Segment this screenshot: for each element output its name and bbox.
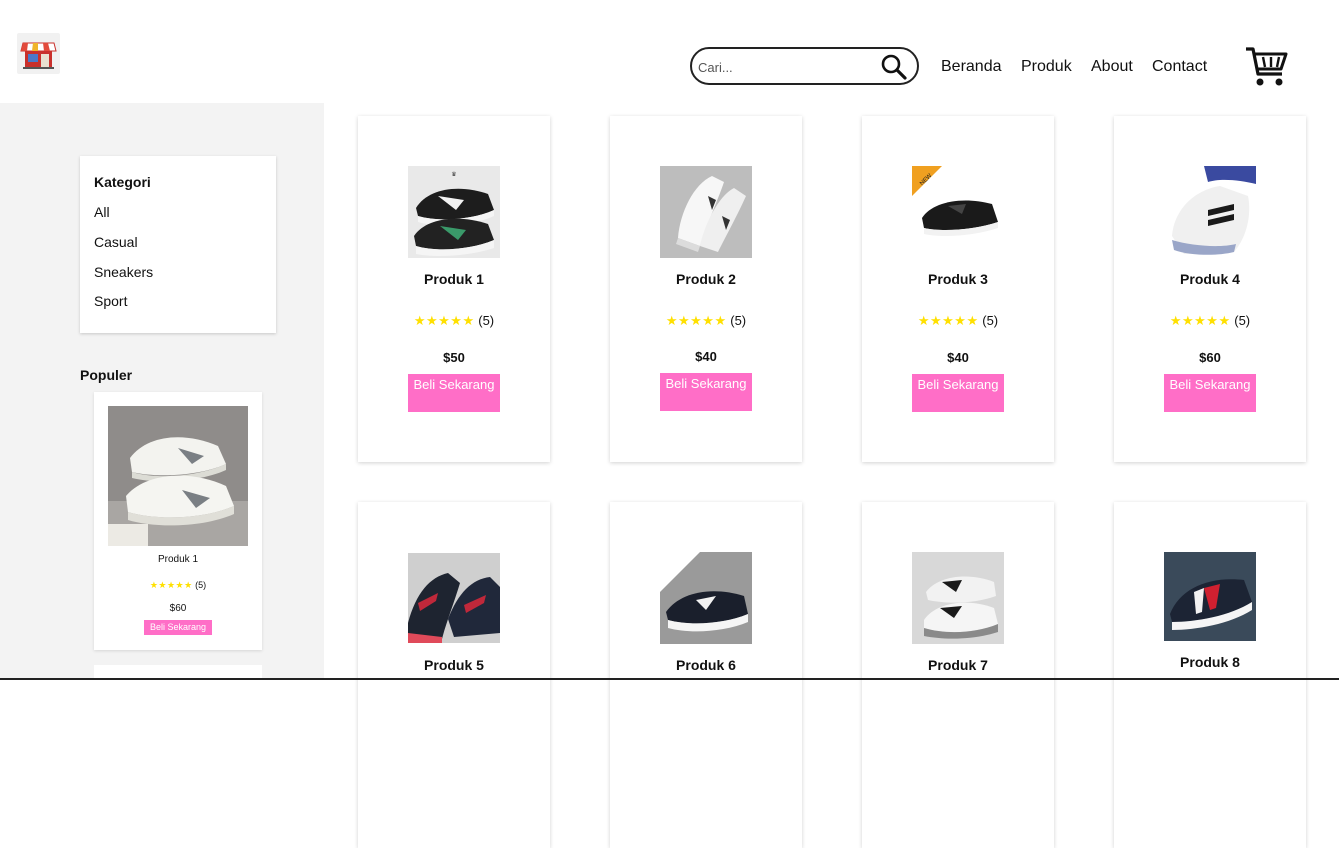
rating-count: (5) [730, 313, 747, 328]
populer-product-name: Produk 1 [157, 554, 199, 565]
nav-beranda[interactable]: Beranda [941, 58, 1002, 76]
buy-now-button[interactable]: Beli Sekarang [912, 374, 1004, 412]
product-name: Produk 6 [676, 657, 736, 673]
product-image[interactable] [1164, 552, 1256, 641]
kategori-panel: Kategori All Casual Sneakers Sport [80, 156, 276, 333]
product-card: ♛ Produk 1 ★★★★★ (5) $50 Beli Sekarang [358, 116, 550, 462]
product-name: Produk 1 [424, 271, 484, 287]
product-image[interactable] [912, 552, 1004, 644]
buy-now-button[interactable]: Beli Sekarang [1164, 374, 1256, 412]
product-price: $60 [1199, 350, 1221, 365]
star-rating-icon: ★★★★★ [413, 313, 475, 328]
product-price: $40 [947, 350, 969, 365]
kategori-item-sneakers[interactable]: Sneakers [94, 264, 153, 280]
svg-text:♛: ♛ [451, 171, 456, 178]
nav-about[interactable]: About [1091, 58, 1133, 76]
search-box [690, 47, 919, 85]
product-price: $50 [443, 350, 465, 365]
populer-product-image[interactable] [108, 406, 248, 546]
product-name: Produk 2 [676, 271, 736, 287]
product-rating: ★★★★★ (5) [610, 313, 802, 329]
product-image[interactable] [660, 166, 752, 258]
product-name: Produk 3 [928, 271, 988, 287]
product-card: NEW Produk 3 ★★★★★ (5) $40 Beli Sekarang [862, 116, 1054, 462]
star-rating-icon: ★★★★★ [917, 313, 979, 328]
product-card: Produk 8 [1114, 502, 1306, 848]
product-name: Produk 5 [424, 657, 484, 673]
star-rating-icon: ★★★★★ [1169, 313, 1231, 328]
product-card: Produk 2 ★★★★★ (5) $40 Beli Sekarang [610, 116, 802, 462]
nav-contact[interactable]: Contact [1152, 58, 1207, 76]
product-name: Produk 8 [1180, 654, 1240, 670]
product-image[interactable] [408, 553, 500, 643]
product-image[interactable]: NEW [912, 166, 1004, 258]
product-card: Produk 4 ★★★★★ (5) $60 Beli Sekarang [1114, 116, 1306, 462]
product-rating: ★★★★★ (5) [1114, 313, 1306, 329]
product-name: Produk 7 [928, 657, 988, 673]
rating-count: (5) [982, 313, 999, 328]
product-image[interactable] [660, 552, 752, 644]
kategori-title: Kategori [94, 174, 151, 190]
rating-count: (5) [1234, 313, 1251, 328]
sidebar: Kategori All Casual Sneakers Sport Popul… [0, 103, 324, 705]
populer-title: Populer [80, 367, 133, 383]
populer-product-price: $60 [169, 603, 187, 614]
site-header: Beranda Produk About Contact [0, 0, 1339, 103]
product-card: Produk 5 [358, 502, 550, 848]
buy-now-button[interactable]: Beli Sekarang [660, 373, 752, 411]
star-rating-icon: ★★★★★ [149, 580, 193, 590]
product-rating: ★★★★★ (5) [862, 313, 1054, 329]
star-rating-icon: ★★★★★ [665, 313, 727, 328]
product-price: $40 [695, 349, 717, 364]
product-image[interactable]: ♛ [408, 166, 500, 258]
buy-now-button[interactable]: Beli Sekarang [408, 374, 500, 412]
populer-buy-button[interactable]: Beli Sekarang [144, 620, 212, 635]
product-card: Produk 6 [610, 502, 802, 848]
populer-card: Produk 1 ★★★★★ (5) $60 Beli Sekarang [94, 392, 262, 650]
rating-count: (5) [195, 580, 207, 590]
product-rating: ★★★★★ (5) [358, 313, 550, 329]
product-card: Produk 7 [862, 502, 1054, 848]
kategori-item-sport[interactable]: Sport [94, 293, 127, 309]
search-icon[interactable] [880, 53, 908, 81]
populer-product-rating: ★★★★★ (5) [94, 580, 262, 591]
cart-icon[interactable] [1244, 44, 1290, 90]
rating-count: (5) [478, 313, 495, 328]
nav-produk[interactable]: Produk [1021, 58, 1072, 76]
kategori-item-casual[interactable]: Casual [94, 234, 138, 250]
store-logo-icon[interactable] [17, 33, 60, 74]
product-image[interactable] [1164, 166, 1256, 258]
populer-card [94, 665, 262, 705]
search-input[interactable] [698, 58, 868, 76]
kategori-item-all[interactable]: All [94, 204, 110, 220]
product-name: Produk 4 [1180, 271, 1240, 287]
